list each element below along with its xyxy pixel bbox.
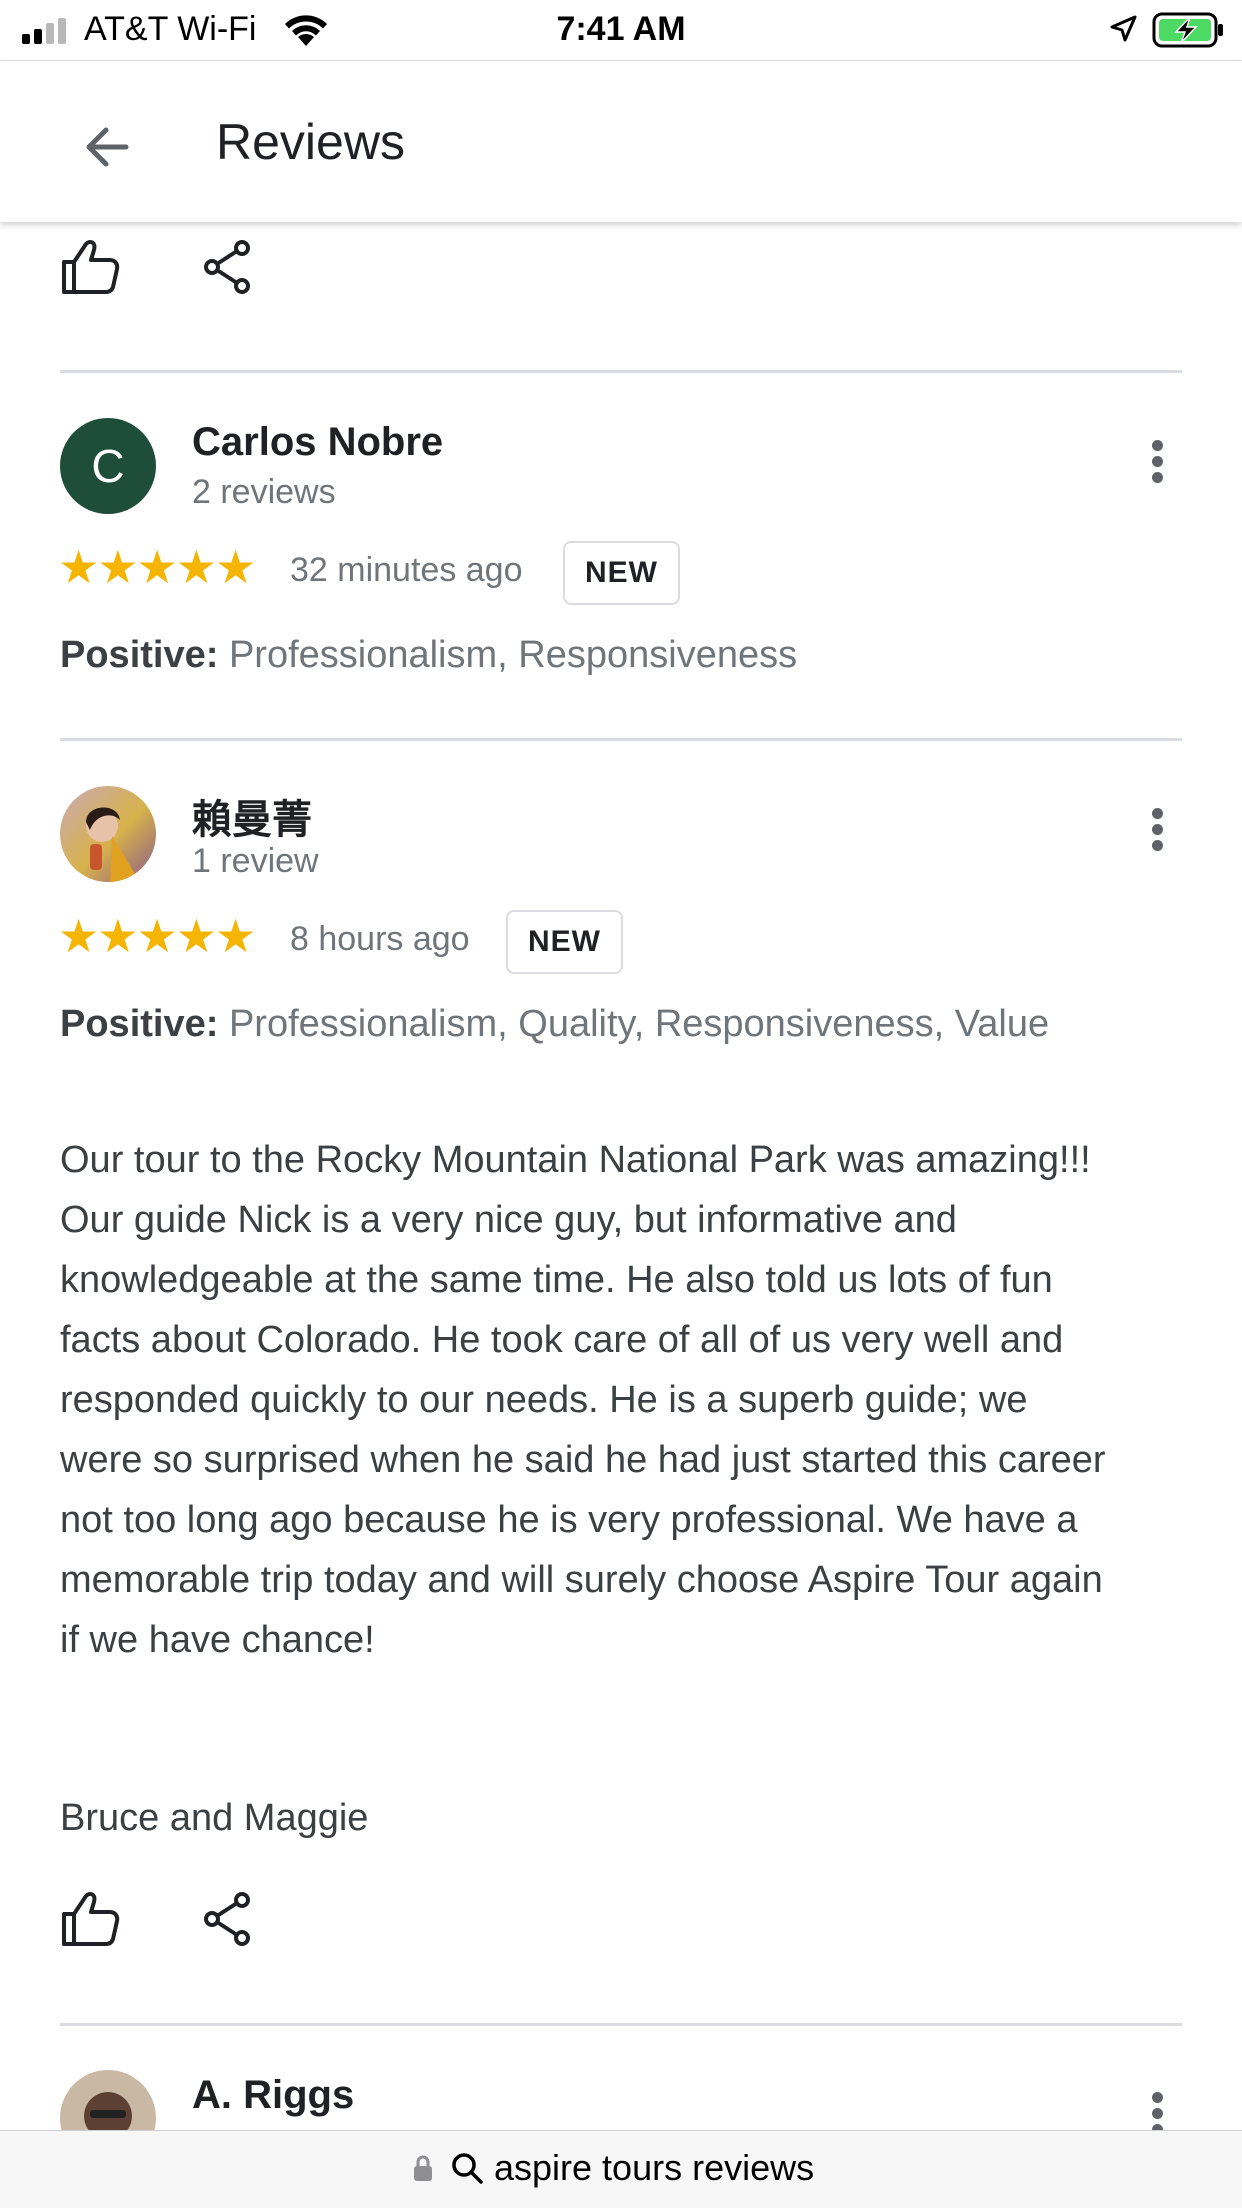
new-badge: NEW (563, 541, 680, 605)
location-arrow-icon (1110, 15, 1137, 42)
lock-icon (414, 2155, 432, 2181)
reviewer-name[interactable]: Carlos Nobre (192, 420, 443, 465)
status-bar: AT&T Wi-Fi 7:41 AM (0, 0, 1242, 60)
share-icon[interactable] (192, 232, 262, 302)
positive-label: Positive: (60, 1003, 219, 1045)
back-arrow-icon[interactable] (70, 109, 146, 185)
more-vert-icon[interactable] (1138, 794, 1178, 864)
positive-attributes: Positive: Professionalism, Responsivenes… (60, 631, 1100, 679)
review-body: Our tour to the Rocky Mountain National … (60, 1139, 1106, 1661)
more-vert-icon[interactable] (1138, 426, 1178, 496)
divider (60, 370, 1182, 373)
positive-text: Professionalism, Quality, Responsiveness… (218, 1003, 1050, 1045)
thumbs-up-icon[interactable] (54, 232, 124, 302)
browser-url-bar[interactable]: aspire tours reviews (0, 2130, 1242, 2208)
positive-text: Professionalism, Responsiveness (218, 634, 798, 676)
search-icon (452, 2153, 483, 2184)
reviewer-name[interactable]: 賴曼菁 (192, 787, 312, 845)
clock: 7:41 AM (556, 10, 686, 48)
thumbs-up-icon[interactable] (54, 1884, 124, 1954)
star-rating: ★★★★★ (58, 910, 256, 962)
divider (60, 2023, 1182, 2026)
review-actions (0, 1884, 1242, 1964)
review-actions (0, 232, 1242, 312)
avatar-photo (60, 786, 156, 882)
reviewer-name[interactable]: A. Riggs (192, 2073, 354, 2118)
positive-attributes: Positive: Professionalism, Quality, Resp… (60, 1000, 1100, 1048)
reviewer-review-count: 1 review (192, 842, 319, 880)
positive-label: Positive: (60, 634, 219, 676)
avatar[interactable]: C (60, 418, 156, 514)
battery-icon (1152, 12, 1223, 48)
reviewer-review-count: 2 reviews (192, 473, 336, 511)
avatar-letter: C (91, 440, 125, 492)
page-title: Reviews (216, 114, 405, 170)
review-time: 8 hours ago (290, 920, 470, 958)
share-icon[interactable] (192, 1884, 262, 1954)
avatar[interactable] (60, 786, 156, 882)
url-text: aspire tours reviews (494, 2147, 815, 2188)
review-time: 32 minutes ago (290, 551, 523, 589)
divider (60, 738, 1182, 741)
new-badge: NEW (506, 910, 623, 974)
app-header: Reviews (0, 60, 1242, 222)
star-rating: ★★★★★ (58, 541, 256, 593)
review-signature: Bruce and Maggie (60, 1797, 369, 1839)
